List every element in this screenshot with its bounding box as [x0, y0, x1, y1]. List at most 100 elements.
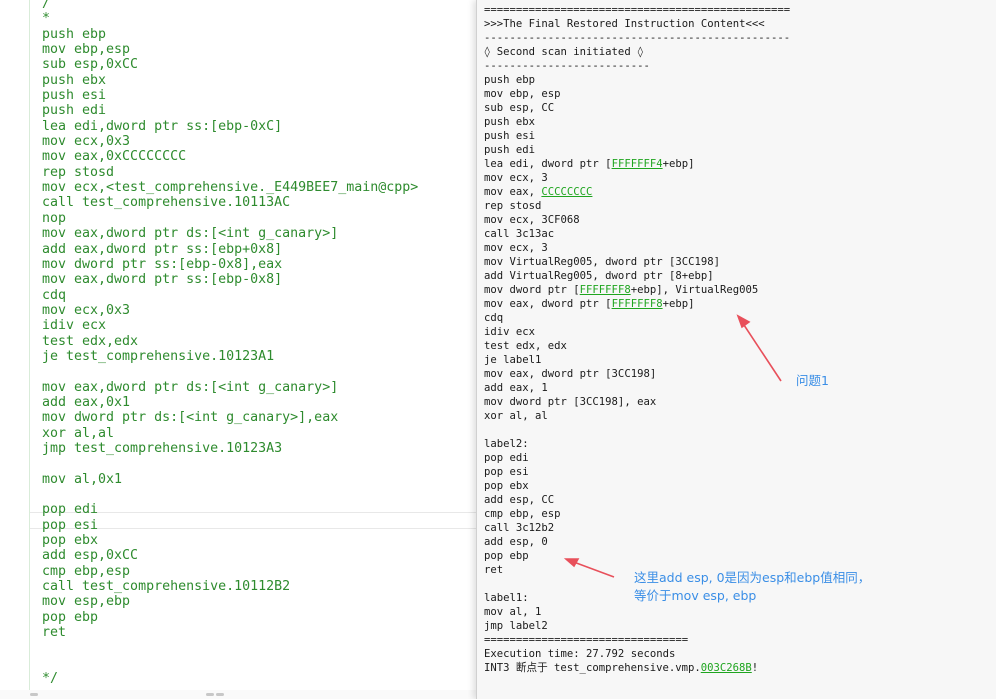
console-text: >>>The Final Restored Instruction Conten…	[484, 18, 765, 30]
editor-code-line[interactable]: push esi	[42, 88, 418, 103]
console-text: xor al, al	[484, 410, 548, 422]
editor-code-line[interactable]: mov eax,dword ptr ds:[<int g_canary>]	[42, 380, 418, 395]
editor-code-line[interactable]: sub esp,0xCC	[42, 57, 418, 72]
editor-code-line[interactable]: rep stosd	[42, 165, 418, 180]
console-output-line: mov eax, CCCCCCCC	[484, 185, 790, 199]
editor-code-line[interactable]: call test_comprehensive.10112B2	[42, 579, 418, 594]
editor-code-line[interactable]: test edx,edx	[42, 334, 418, 349]
console-text: ----------------------------------------…	[484, 32, 791, 44]
editor-code-line[interactable]: mov eax,dword ptr ss:[ebp-0x8]	[42, 272, 418, 287]
console-output-line: mov al, 1	[484, 605, 790, 619]
editor-code-line[interactable]: je test_comprehensive.10123A1	[42, 349, 418, 364]
console-output-line: ================================	[484, 633, 790, 647]
editor-code-line[interactable]: xor al,al	[42, 426, 418, 441]
console-text: mov al, 1	[484, 606, 542, 618]
editor-code-line[interactable]: *	[42, 11, 418, 26]
console-text: pop ebx	[484, 480, 529, 492]
console-output-line: pop edi	[484, 451, 790, 465]
editor-code-line[interactable]: lea edi,dword ptr ss:[ebp-0xC]	[42, 119, 418, 134]
editor-code-line[interactable]: push ebp	[42, 27, 418, 42]
editor-code-line[interactable]: mov ebp,esp	[42, 42, 418, 57]
editor-code-line[interactable]: cmp ebp,esp	[42, 564, 418, 579]
console-text: mov dword ptr [	[484, 284, 580, 296]
editor-code-line[interactable]: add esp,0xCC	[42, 548, 418, 563]
console-output-line: >>>The Final Restored Instruction Conten…	[484, 17, 790, 31]
console-output-line: idiv ecx	[484, 325, 790, 339]
console-text: add esp, 0	[484, 536, 548, 548]
editor-code-line[interactable]: mov ecx,0x3	[42, 134, 418, 149]
console-output-line: xor al, al	[484, 409, 790, 423]
console-output-line: call 3c13ac	[484, 227, 790, 241]
editor-code-line[interactable]: mov ecx,0x3	[42, 303, 418, 318]
address-link[interactable]: CCCCCCCC	[541, 186, 592, 198]
address-link[interactable]: FFFFFFF8	[612, 298, 663, 310]
editor-code-line[interactable]: mov dword ptr ss:[ebp-0x8],eax	[42, 257, 418, 272]
editor-code-line[interactable]: pop ebp	[42, 610, 418, 625]
annotation-problem-1: 问题1	[796, 373, 829, 388]
editor-code-line[interactable]: cdq	[42, 288, 418, 303]
address-link[interactable]: 003C268B	[701, 662, 752, 674]
address-link[interactable]: FFFFFFF4	[612, 158, 663, 170]
editor-code-line[interactable]: pop esi	[42, 518, 418, 533]
console-output-line: lea edi, dword ptr [FFFFFFF4+ebp]	[484, 157, 790, 171]
editor-code-line[interactable]: idiv ecx	[42, 318, 418, 333]
editor-code-line[interactable]	[42, 656, 418, 671]
console-text: add VirtualReg005, dword ptr [8+ebp]	[484, 270, 714, 282]
editor-code-line[interactable]: mov dword ptr ds:[<int g_canary>],eax	[42, 410, 418, 425]
console-output-line: mov dword ptr [FFFFFFF8+ebp], VirtualReg…	[484, 283, 790, 297]
console-text: +ebp]	[662, 298, 695, 310]
console-output-line: add eax, 1	[484, 381, 790, 395]
editor-code-line[interactable]: ret	[42, 625, 418, 640]
editor-code-line[interactable]: mov al,0x1	[42, 472, 418, 487]
console-text: mov VirtualReg005, dword ptr [3CC198]	[484, 256, 720, 268]
console-text: push edi	[484, 144, 536, 156]
editor-code-line[interactable]: mov ecx,<test_comprehensive._E449BEE7_ma…	[42, 180, 418, 195]
console-output-line	[484, 423, 790, 437]
editor-code-line[interactable]: mov esp,ebp	[42, 594, 418, 609]
editor-horizontal-scrollbar[interactable]	[0, 690, 476, 699]
console-output-line: cdq	[484, 311, 790, 325]
editor-code-line[interactable]: call test_comprehensive.10113AC	[42, 195, 418, 210]
editor-code-line[interactable]: pop ebx	[42, 533, 418, 548]
editor-code-lines[interactable]: / * push ebp mov ebp,esp sub esp,0xCC push eb…	[42, 0, 418, 686]
editor-code-line[interactable]: push edi	[42, 103, 418, 118]
console-output-line: cmp ebp, esp	[484, 507, 790, 521]
console-output-line: jmp label2	[484, 619, 790, 633]
address-link[interactable]: FFFFFFF8	[580, 284, 631, 296]
editor-code-line[interactable]: pop edi	[42, 502, 418, 517]
console-output-line: push ebx	[484, 115, 790, 129]
console-text: mov ecx, 3	[484, 172, 548, 184]
console-output-line: mov eax, dword ptr [FFFFFFF8+ebp]	[484, 297, 790, 311]
console-text: add eax, 1	[484, 382, 548, 394]
editor-code-line[interactable]	[42, 364, 418, 379]
console-output-line: ----------------------------------------…	[484, 31, 790, 45]
editor-code-line[interactable]: */	[42, 671, 418, 686]
editor-code-line[interactable]	[42, 487, 418, 502]
editor-gutter	[29, 0, 30, 690]
editor-code-line[interactable]: add eax,0x1	[42, 395, 418, 410]
console-text: je label1	[484, 354, 542, 366]
console-text: mov ebp, esp	[484, 88, 561, 100]
editor-code-line[interactable]: /	[42, 0, 418, 11]
editor-code-line[interactable]: mov eax,0xCCCCCCCC	[42, 149, 418, 164]
editor-code-line[interactable]	[42, 640, 418, 655]
editor-code-line[interactable]: nop	[42, 211, 418, 226]
editor-code-line[interactable]	[42, 456, 418, 471]
console-text: mov eax,	[484, 186, 542, 198]
editor-code-line[interactable]: push ebx	[42, 73, 418, 88]
console-output-line: pop ebp	[484, 549, 790, 563]
console-text: ◊ Second scan initiated ◊	[484, 46, 644, 58]
assembly-editor-pane[interactable]: / * push ebp mov ebp,esp sub esp,0xCC push eb…	[0, 0, 476, 699]
console-text: cmp ebp, esp	[484, 508, 561, 520]
console-text: ret	[484, 564, 504, 576]
console-text: !	[751, 662, 759, 674]
console-output-line: je label1	[484, 353, 790, 367]
console-text: label2:	[484, 438, 529, 450]
editor-code-line[interactable]: mov eax,dword ptr ds:[<int g_canary>]	[42, 226, 418, 241]
console-text: lea edi, dword ptr [	[484, 158, 612, 170]
console-output-line: mov eax, dword ptr [3CC198]	[484, 367, 790, 381]
console-output-line: mov ecx, 3CF068	[484, 213, 790, 227]
editor-code-line[interactable]: jmp test_comprehensive.10123A3	[42, 441, 418, 456]
editor-code-line[interactable]: add eax,dword ptr ss:[ebp+0x8]	[42, 242, 418, 257]
